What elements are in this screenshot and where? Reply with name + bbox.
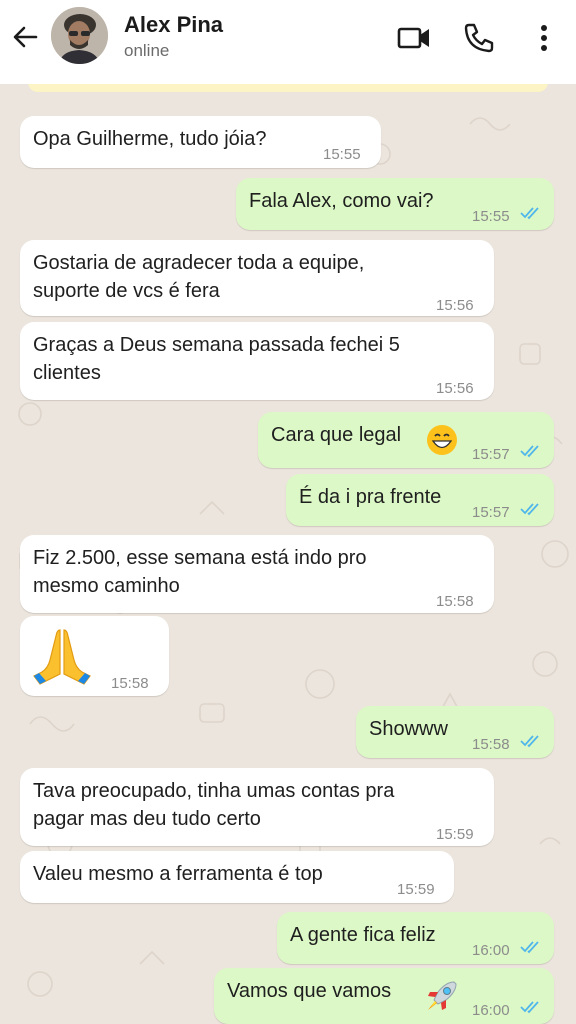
message-bubble-incoming[interactable]: Valeu mesmo a ferramenta é top 15:59	[20, 851, 454, 903]
contact-name[interactable]: Alex Pina	[124, 12, 223, 38]
avatar[interactable]	[51, 7, 108, 64]
read-receipt-icon	[520, 207, 539, 220]
message-text: Graças a Deus semana passada fechei 5 cl…	[33, 334, 400, 384]
chat-header: Alex Pina online	[0, 0, 576, 84]
encryption-notice-banner	[28, 84, 548, 92]
message-text: Tava preocupado, tinha umas contas pra p…	[33, 780, 395, 830]
message-text: Vamos que vamos	[227, 980, 392, 1002]
folded-hands-emoji	[33, 629, 91, 685]
rocket-emoji	[428, 981, 457, 1010]
message-time: 15:58	[111, 675, 149, 692]
message-time: 16:00	[472, 942, 510, 959]
message-text: É da i pra frente	[299, 486, 442, 508]
message-text: Showww	[369, 718, 448, 740]
message-text: Cara que legal	[271, 424, 402, 446]
grinning-face-emoji	[427, 425, 457, 455]
message-bubble-outgoing[interactable]: Showww 15:58	[356, 706, 554, 758]
message-time: 15:57	[472, 504, 510, 521]
message-text: Fala Alex, como vai?	[249, 190, 434, 212]
read-receipt-icon	[520, 503, 539, 516]
message-list[interactable]: Opa Guilherme, tudo jóia? 15:55 Fala Ale…	[0, 84, 576, 1024]
read-receipt-icon	[520, 735, 539, 748]
message-text: Fiz 2.500, esse semana está indo pro mes…	[33, 547, 367, 597]
read-receipt-icon	[520, 1001, 539, 1014]
message-time: 16:00	[472, 1002, 510, 1019]
message-time: 15:56	[436, 297, 474, 314]
message-time: 15:58	[472, 736, 510, 753]
message-bubble-incoming[interactable]: Fiz 2.500, esse semana está indo pro mes…	[20, 535, 494, 613]
message-bubble-incoming[interactable]: Tava preocupado, tinha umas contas pra p…	[20, 768, 494, 846]
message-bubble-incoming[interactable]: Opa Guilherme, tudo jóia? 15:55	[20, 116, 381, 168]
message-bubble-incoming[interactable]: Gostaria de agradecer toda a equipe, sup…	[20, 240, 494, 316]
message-bubble-incoming[interactable]: Graças a Deus semana passada fechei 5 cl…	[20, 322, 494, 400]
more-options-icon[interactable]	[526, 20, 562, 56]
read-receipt-icon	[520, 445, 539, 458]
message-bubble-outgoing[interactable]: Cara que legal 15:57	[258, 412, 554, 468]
message-time: 15:57	[472, 446, 510, 463]
voice-call-icon[interactable]	[461, 20, 497, 56]
message-bubble-outgoing[interactable]: Vamos que vamos 16:00	[214, 968, 554, 1024]
message-time: 15:55	[472, 208, 510, 225]
message-time: 15:55	[323, 146, 361, 163]
video-call-icon[interactable]	[396, 20, 432, 56]
message-text: Opa Guilherme, tudo jóia?	[33, 128, 267, 150]
message-bubble-outgoing[interactable]: Fala Alex, como vai? 15:55	[236, 178, 554, 230]
message-time: 15:58	[436, 593, 474, 610]
back-arrow-icon[interactable]	[10, 22, 40, 52]
message-time: 15:59	[436, 826, 474, 843]
message-bubble-incoming[interactable]: 15:58	[20, 616, 169, 696]
message-text: A gente fica feliz	[290, 924, 436, 946]
message-bubble-outgoing[interactable]: A gente fica feliz 16:00	[277, 912, 554, 964]
message-text: Gostaria de agradecer toda a equipe, sup…	[33, 252, 365, 302]
message-bubble-outgoing[interactable]: É da i pra frente 15:57	[286, 474, 554, 526]
contact-status: online	[124, 41, 170, 60]
message-text: Valeu mesmo a ferramenta é top	[33, 863, 323, 885]
message-time: 15:56	[436, 380, 474, 397]
message-time: 15:59	[397, 881, 435, 898]
read-receipt-icon	[520, 941, 539, 954]
